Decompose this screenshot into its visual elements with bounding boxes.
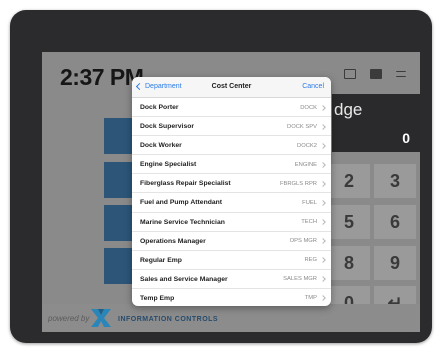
keypad-key-2[interactable]: 2: [328, 164, 370, 198]
cost-center-name: Fiberglass Repair Specialist: [140, 180, 231, 188]
badge-panel-title: dge: [334, 100, 363, 119]
cost-center-name: Engine Specialist: [140, 161, 197, 169]
cost-center-item[interactable]: Dock Supervisor DOCK SPV: [132, 117, 331, 137]
cost-center-name: Dock Porter: [140, 104, 179, 111]
cost-center-item[interactable]: Engine Specialist ENGINE: [132, 155, 331, 175]
cost-center-item[interactable]: Fiberglass Repair Specialist FBRGLS RPR: [132, 174, 331, 194]
cost-center-picker: Department Cost Center Cancel Dock Porte…: [132, 77, 331, 306]
badge-panel-value: 0: [402, 130, 410, 146]
clock-display: 2:37 PM: [60, 64, 144, 90]
cost-center-code: TMP: [304, 295, 317, 302]
cost-center-list: Dock Porter DOCK Dock Supervisor DOCK SPV …: [132, 98, 331, 306]
cost-center-item[interactable]: Fuel and Pump Attendant FUEL: [132, 193, 331, 213]
save-icon[interactable]: [370, 69, 382, 79]
chevron-right-icon: [320, 295, 326, 302]
cancel-button[interactable]: Cancel: [302, 83, 324, 90]
modal-title: Cost Center: [211, 83, 252, 90]
function-tile-1[interactable]: [104, 118, 134, 154]
cost-center-code: DOCK2: [297, 142, 317, 149]
cost-center-code: OPS MGR: [289, 238, 317, 245]
cost-center-item[interactable]: Regular Emp REG: [132, 251, 331, 270]
menu-icon[interactable]: [396, 71, 406, 77]
keypad-key-3[interactable]: 3: [374, 164, 416, 198]
window-icon[interactable]: [344, 69, 356, 79]
chevron-right-icon: [320, 276, 326, 283]
chevron-right-icon: [320, 238, 326, 244]
cost-center-code: DOCK: [300, 104, 317, 111]
cost-center-name: Sales and Service Manager: [140, 275, 228, 283]
keypad-key-6[interactable]: 6: [374, 205, 416, 239]
chevron-right-icon: [320, 181, 326, 187]
modal-header: Department Cost Center Cancel: [132, 77, 331, 98]
footer-bar: powered by INFORMATION CONTROLS: [42, 304, 420, 332]
cost-center-item[interactable]: Dock Porter DOCK: [132, 98, 331, 118]
cost-center-item[interactable]: Dock Worker DOCK2: [132, 136, 331, 156]
cost-center-item[interactable]: Operations Manager OPS MGR: [132, 232, 331, 251]
cost-center-name: Dock Supervisor: [140, 123, 195, 131]
cost-center-code: ENGINE: [294, 161, 317, 168]
brand-name: INFORMATION CONTROLS: [118, 316, 219, 323]
keypad-key-8[interactable]: 8: [328, 246, 370, 280]
badge-entry-panel: dge 0: [332, 94, 420, 152]
cost-center-code: TECH: [301, 219, 317, 226]
cost-center-item[interactable]: Marine Service Technician TECH: [132, 213, 331, 232]
function-tile-4[interactable]: [104, 248, 134, 284]
powered-by-text: powered by: [48, 314, 90, 323]
cost-center-code: REG: [304, 257, 317, 264]
keypad-key-9[interactable]: 9: [374, 246, 416, 280]
chevron-right-icon: [320, 104, 326, 111]
chevron-right-icon: [320, 257, 326, 264]
cost-center-name: Dock Worker: [140, 142, 182, 150]
chevron-right-icon: [320, 161, 326, 168]
chevron-right-icon: [320, 123, 326, 130]
chevron-right-icon: [320, 200, 326, 206]
cost-center-name: Operations Manager: [140, 237, 206, 245]
function-tile-2[interactable]: [104, 162, 134, 198]
cost-center-name: Regular Emp: [140, 256, 182, 264]
cost-center-name: Fuel and Pump Attendant: [140, 199, 223, 207]
function-tile-3[interactable]: [104, 205, 134, 241]
cost-center-code: FUEL: [302, 199, 317, 206]
cost-center-name: Temp Emp: [140, 294, 175, 302]
cost-center-code: FBRGLS RPR: [279, 180, 317, 187]
cost-center-code: SALES MGR: [283, 276, 317, 283]
cost-center-name: Marine Service Technician: [140, 218, 225, 226]
keypad-key-5[interactable]: 5: [328, 205, 370, 239]
cost-center-item[interactable]: Sales and Service Manager SALES MGR: [132, 270, 331, 289]
chevron-right-icon: [320, 142, 326, 149]
tablet-device: 2:37 PM dge 0 2 3 5 6 8 9 0 ↵ CI powered…: [10, 10, 432, 343]
top-toolbar: [344, 69, 406, 79]
information-controls-logo-icon: [91, 309, 111, 327]
chevron-right-icon: [320, 219, 326, 225]
cost-center-item[interactable]: Temp Emp TMP: [132, 289, 331, 306]
cost-center-code: DOCK SPV: [287, 123, 317, 130]
